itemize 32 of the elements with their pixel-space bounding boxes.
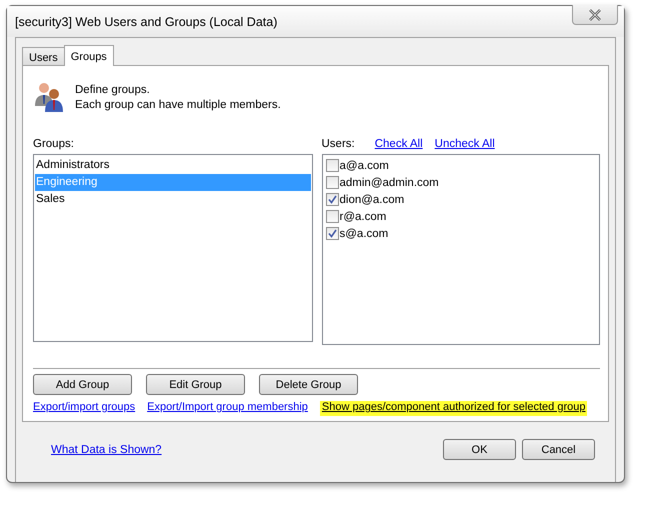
group-item[interactable]: Sales (35, 191, 310, 208)
group-button[interactable]: Edit Group (146, 374, 245, 395)
window-title: [security3] Web Users and Groups (Local Data) (15, 14, 278, 28)
close-button[interactable] (572, 5, 618, 25)
action-link[interactable]: Show pages/component authorized for selected group (320, 401, 588, 416)
checkbox[interactable] (326, 193, 338, 206)
groups-label: Groups: (33, 138, 74, 150)
tab[interactable]: Users (22, 47, 65, 65)
action-link[interactable]: Export/Import group membership (147, 401, 308, 416)
checkbox[interactable] (326, 227, 338, 240)
check-all-link[interactable]: Check All (374, 138, 423, 150)
user-email: s@a.com (340, 228, 388, 240)
checkbox[interactable] (326, 176, 338, 189)
tab[interactable]: Groups (64, 45, 114, 66)
uncheck-all-link[interactable]: Uncheck All (434, 138, 495, 150)
group-button[interactable]: Add Group (33, 374, 132, 395)
help-link[interactable]: What Data is Shown? (51, 444, 162, 456)
dialog-button[interactable]: Cancel (522, 439, 595, 460)
checkbox[interactable] (326, 210, 338, 223)
users-label: Users: (322, 138, 355, 150)
user-email: r@a.com (340, 210, 386, 222)
dialog-button[interactable]: OK (443, 439, 516, 460)
checkbox[interactable] (326, 159, 338, 172)
close-icon (588, 8, 602, 20)
action-link[interactable]: Export/import groups (33, 401, 136, 416)
group-button[interactable]: Delete Group (259, 374, 358, 395)
intro-text: Define groups. Each group can have multiple members. (75, 83, 281, 113)
users-icon (33, 80, 65, 112)
group-item[interactable]: Administrators (35, 157, 310, 174)
user-email: dion@a.com (340, 194, 404, 206)
user-email: a@a.com (340, 160, 389, 172)
user-email: admin@admin.com (340, 176, 439, 188)
